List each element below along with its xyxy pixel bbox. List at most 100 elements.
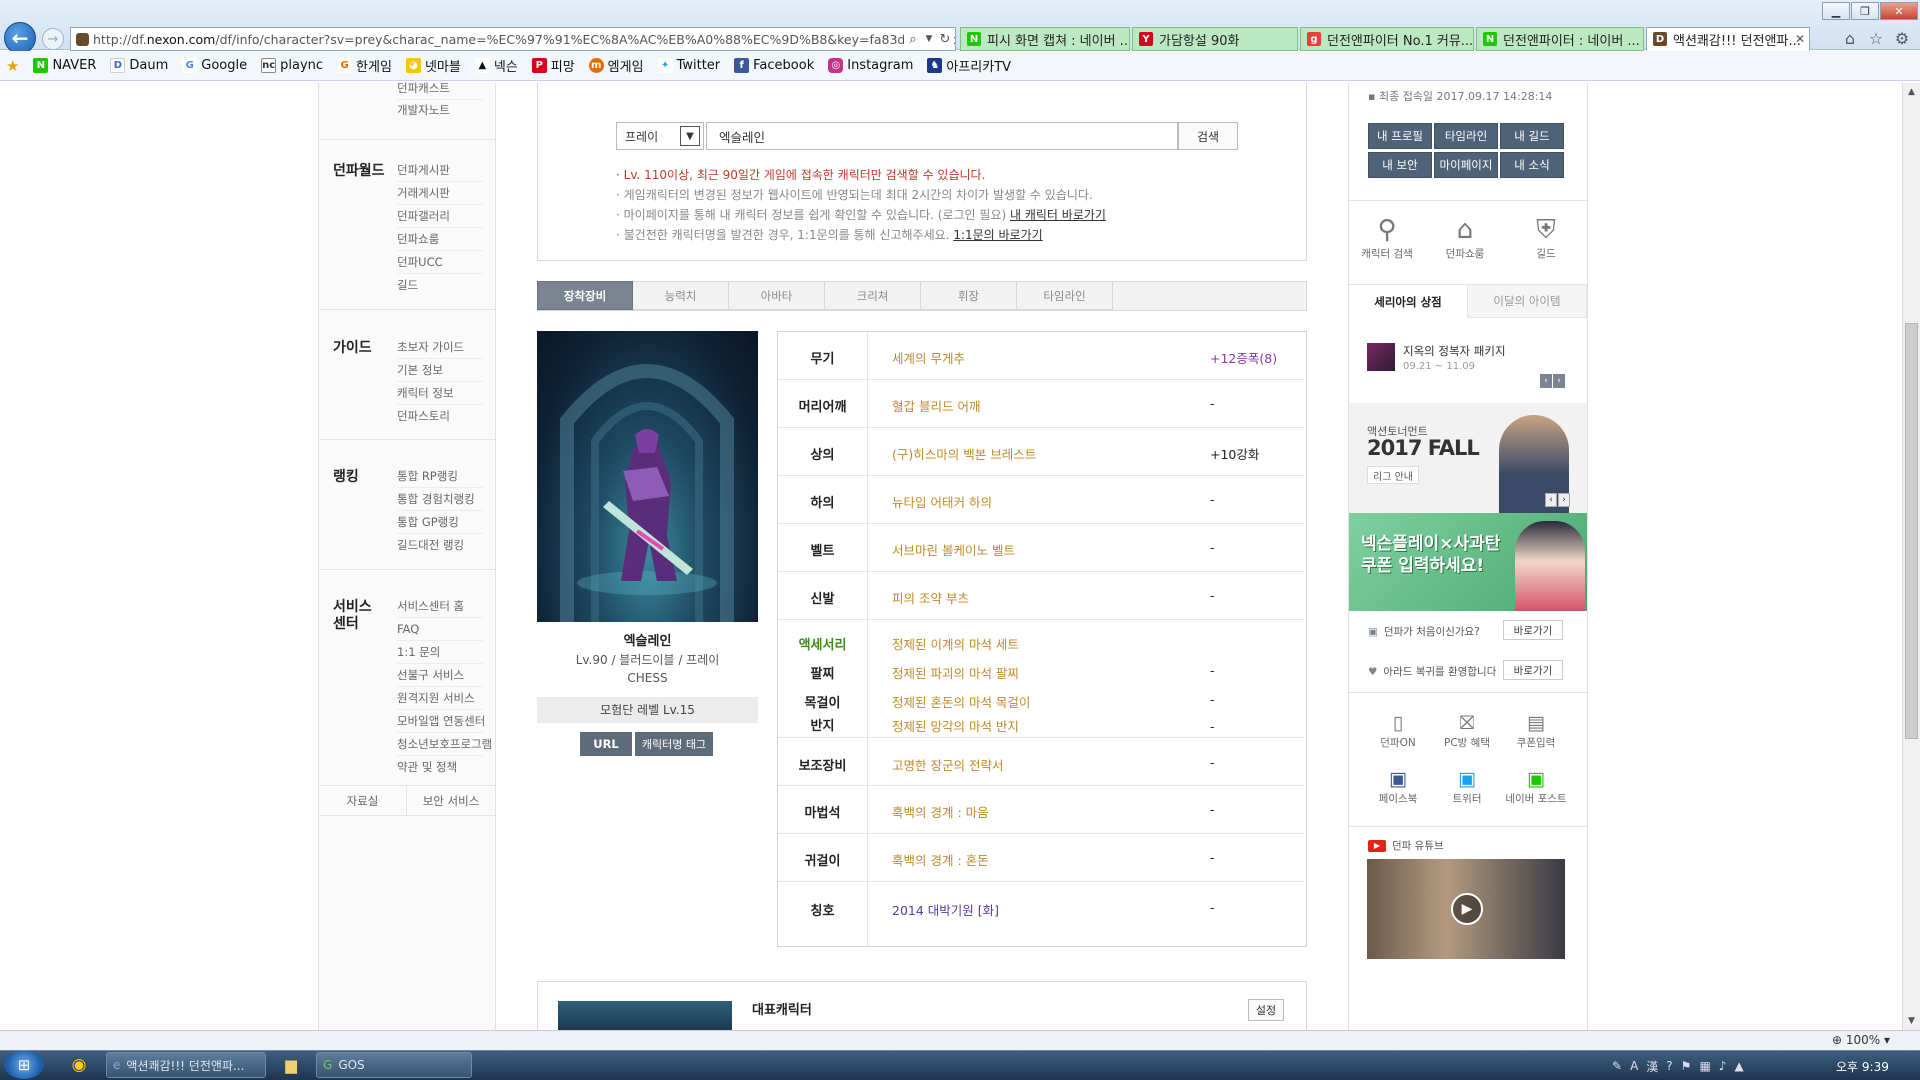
prev-arrow-icon[interactable]: ‹ (1545, 493, 1557, 507)
taskbar-gos-window[interactable]: G GOS (316, 1052, 472, 1078)
tray-icon[interactable]: ⚑ (1681, 1059, 1692, 1073)
volume-icon[interactable]: ♪ (1719, 1059, 1727, 1073)
address-bar[interactable]: http://df. nexon.com/df/info/character?sv… (70, 27, 956, 51)
maximize-button[interactable]: ❐ (1851, 2, 1879, 20)
zoom-level[interactable]: ⊕ 100% ▾ (1832, 1033, 1890, 1047)
ime-icon[interactable]: A (1630, 1059, 1638, 1073)
league-info-button[interactable]: 리그 안내 (1367, 466, 1419, 484)
item-name[interactable]: 피의 조약 부츠 (892, 588, 969, 607)
archive-link[interactable]: 자료실 (319, 786, 407, 816)
minimize-button[interactable]: ▁ (1822, 2, 1850, 20)
scrollbar-thumb[interactable] (1905, 323, 1918, 739)
next-arrow-icon[interactable]: › (1558, 493, 1570, 507)
item-name[interactable]: (구)히스마의 백본 브레스트 (892, 444, 1036, 463)
prev-arrow-icon[interactable]: ‹ (1540, 374, 1552, 388)
item-name[interactable]: 정제된 망각의 마석 반지 (892, 720, 1019, 733)
taskbar-browser-window[interactable]: e 액션쾌감!!! 던전앤파... (106, 1052, 266, 1078)
my-guild-button[interactable]: 내 길드 (1500, 123, 1564, 149)
bookmark-facebook[interactable]: f Facebook (734, 58, 814, 73)
bookmark-pmang[interactable]: P 피망 (531, 56, 575, 75)
tray-icon[interactable]: ▲ (1734, 1059, 1743, 1073)
item-name[interactable]: 뉴타입 어태커 하의 (892, 492, 992, 511)
dfon-link[interactable]: ▯ 던파ON (1363, 711, 1433, 750)
home-icon[interactable]: ⌂ (1840, 28, 1860, 48)
bookmark-mgame[interactable]: m 엠게임 (588, 56, 644, 75)
scroll-up-icon[interactable]: ▲ (1903, 83, 1920, 101)
name-tag-button[interactable]: 캐릭터명 태그 (635, 732, 713, 756)
tray-icon[interactable]: 漢 (1646, 1058, 1658, 1075)
chrome-taskbar-icon[interactable]: ◉ (66, 1054, 92, 1076)
bookmark-nexon[interactable]: ▲ 넥슨 (474, 56, 518, 75)
search-button[interactable]: 검색 (1178, 122, 1238, 150)
favorites-star-icon[interactable]: ☆ (1866, 28, 1886, 48)
tab-seria-shop[interactable]: 세리아의 상점 (1349, 284, 1467, 318)
item-name[interactable]: 흑백의 경계 : 마음 (892, 802, 989, 821)
play-icon[interactable]: ▶ (1451, 893, 1483, 925)
settings-gear-icon[interactable]: ⚙ (1892, 28, 1912, 48)
tab-emblem[interactable]: 휘장 (921, 281, 1017, 310)
browser-tab[interactable]: N 피시 화면 캡쳐 : 네이버 ... (960, 27, 1130, 51)
tray-icon[interactable]: ✎ (1612, 1059, 1622, 1073)
forward-button[interactable]: → (42, 28, 64, 50)
youtube-video-thumbnail[interactable]: ▶ (1367, 859, 1565, 959)
window-close-button[interactable]: ✕ (1880, 2, 1918, 20)
my-security-button[interactable]: 내 보안 (1368, 152, 1432, 178)
bookmark-netmarble[interactable]: ◕ 넷마블 (405, 56, 461, 75)
inquiry-link[interactable]: 1:1문의 바로가기 (953, 228, 1042, 242)
dropdown-arrow-icon[interactable]: ▼ (922, 29, 936, 49)
help-icon[interactable]: ? (1666, 1059, 1672, 1073)
bookmark-google[interactable]: G Google (182, 58, 247, 73)
tab-close-icon[interactable]: ✕ (1795, 32, 1805, 46)
tab-monthly-item[interactable]: 이달의 아이템 (1467, 284, 1587, 318)
item-name[interactable]: 세계의 무게추 (892, 348, 965, 367)
tab-stats[interactable]: 능력치 (633, 281, 729, 310)
url-button[interactable]: URL (580, 732, 632, 756)
network-icon[interactable]: ▦ (1699, 1059, 1710, 1073)
shop-item-name[interactable]: 지옥의 정복자 패키지 (1403, 343, 1506, 359)
set-name[interactable]: 정제된 이계의 마석 세트 (892, 634, 1019, 653)
browser-tab[interactable]: N 던전앤파이터 : 네이버 ... (1476, 27, 1644, 51)
newcomer-go-button[interactable]: 바로가기 (1503, 620, 1563, 640)
coupon-banner[interactable]: 넥슨플레이×사과탄 쿠폰 입력하세요! (1349, 513, 1587, 611)
bookmark-naver[interactable]: N NAVER (33, 58, 96, 73)
bookmark-daum[interactable]: D Daum (110, 58, 168, 73)
folder-icon[interactable]: ▆ (278, 1054, 304, 1076)
item-name[interactable]: 고명한 장군의 전략서 (892, 755, 1003, 774)
my-profile-button[interactable]: 내 프로필 (1368, 123, 1432, 149)
twitter-link[interactable]: ▣ 트위터 (1432, 767, 1502, 806)
bookmark-hangame[interactable]: G 한게임 (337, 56, 392, 75)
item-name[interactable]: 정제된 혼돈의 마석 목걸이 (892, 692, 1030, 711)
tab-creature[interactable]: 크리쳐 (825, 281, 921, 310)
guild-shortcut[interactable]: ⛨ 길드 (1516, 214, 1576, 261)
settings-button[interactable]: 설정 (1248, 999, 1284, 1021)
browser-tab[interactable]: Y 가담항설 90화 (1132, 27, 1298, 51)
tournament-banner[interactable]: 액션토너먼트 2017 FALL 리그 안내 ‹ › (1349, 403, 1587, 513)
mypage-button[interactable]: 마이페이지 (1434, 152, 1498, 178)
my-character-link[interactable]: 내 캐릭터 바로가기 (1010, 208, 1106, 222)
character-search-shortcut[interactable]: ⚲ 캐릭터 검색 (1357, 214, 1417, 261)
browser-tab-active[interactable]: D 액션쾌감!!! 던전앤파... ✕ (1646, 27, 1810, 51)
refresh-icon[interactable]: ↻ (936, 29, 954, 49)
item-name[interactable]: 혈갑 블리드 어깨 (892, 396, 980, 415)
facebook-link[interactable]: ▣ 페이스북 (1363, 767, 1433, 806)
bookmark-instagram[interactable]: ◎ Instagram (828, 58, 913, 73)
next-arrow-icon[interactable]: › (1553, 374, 1565, 388)
security-service-link[interactable]: 보안 서비스 (407, 786, 495, 816)
bookmark-afreeca[interactable]: ♞ 아프리카TV (927, 56, 1011, 75)
browser-tab[interactable]: g 던전앤파이터 No.1 커뮤... (1300, 27, 1474, 51)
item-name[interactable]: 정제된 파괴의 마석 팔찌 (892, 663, 1019, 682)
timeline-button[interactable]: 타임라인 (1434, 123, 1498, 149)
item-name[interactable]: 서브마린 볼케이노 벨트 (892, 540, 1015, 559)
item-name[interactable]: 흑백의 경계 : 혼돈 (892, 850, 989, 869)
coupon-link[interactable]: ▤ 쿠폰입력 (1501, 711, 1571, 750)
scroll-down-icon[interactable]: ▼ (1903, 1012, 1920, 1030)
tab-avatar[interactable]: 아바타 (729, 281, 825, 310)
tab-timeline[interactable]: 타임라인 (1017, 281, 1113, 310)
back-button[interactable]: ← (4, 22, 36, 54)
start-button[interactable]: ⊞ (4, 1051, 44, 1079)
my-news-button[interactable]: 내 소식 (1500, 152, 1564, 178)
dfshowroom-shortcut[interactable]: ⌂ 던파쇼룸 (1435, 214, 1495, 261)
naver-post-link[interactable]: ▣ 네이버 포스트 (1501, 767, 1571, 806)
bookmark-plaync[interactable]: nc plaync (261, 58, 323, 73)
server-select[interactable]: 프레이 ▼ (616, 122, 704, 150)
